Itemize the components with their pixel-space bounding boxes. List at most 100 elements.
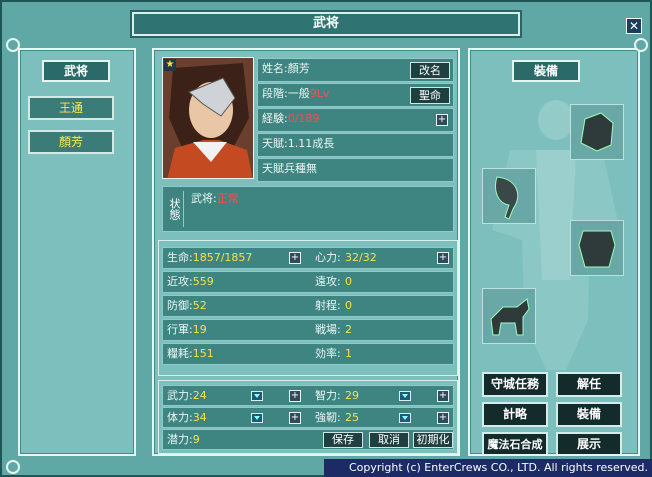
general-list-item[interactable]: 顏芳	[28, 130, 114, 154]
mp-value: 32/32	[345, 251, 377, 264]
corner-ornament	[634, 38, 648, 52]
potential-label: 潜力:	[167, 433, 193, 446]
equip-button[interactable]: 裝備	[556, 402, 622, 427]
exp-plus-icon[interactable]: +	[436, 114, 448, 126]
display-button[interactable]: 展示	[556, 432, 622, 454]
efficiency-value: 1	[345, 347, 352, 360]
equipment-slot-mount[interactable]	[482, 288, 536, 344]
guard-task-button[interactable]: 守城任務	[482, 372, 548, 397]
cancel-button[interactable]: 取消	[369, 432, 409, 448]
axe-icon	[495, 176, 519, 220]
str-down-icon[interactable]	[251, 391, 263, 401]
supply-label: 糧耗:	[167, 347, 193, 360]
vit-label: 体力:	[167, 411, 193, 424]
ranged-label: 遠攻:	[315, 275, 341, 288]
status-box: 状態 武将:正常	[162, 186, 454, 232]
potential-value: 9	[192, 433, 200, 446]
copyright-footer: Copyright (c) EnterCrews CO., LTD. All r…	[324, 459, 652, 477]
tough-down-icon[interactable]	[399, 413, 411, 423]
ranged-value: 0	[345, 275, 352, 288]
status-label: 状態	[165, 191, 184, 227]
equipment-slot-armor[interactable]	[570, 220, 624, 276]
horse-icon	[490, 298, 530, 336]
efficiency-label: 効率:	[315, 347, 341, 360]
helmet-icon	[580, 112, 614, 152]
mp-label: 心力:	[315, 251, 341, 264]
str-plus-icon[interactable]: +	[289, 390, 301, 402]
exp-label: 経験:	[262, 112, 288, 125]
tough-label: 強靭:	[315, 411, 341, 424]
stat-row: 近攻:559 遠攻: 0	[162, 271, 454, 293]
str-value: 24	[192, 389, 207, 402]
rank-value: 一般	[287, 87, 310, 100]
equipment-panel: 裝備 守城任務 解任 計略 裝備 魔法石合成 展示	[468, 48, 640, 456]
hp-plus-icon[interactable]: +	[289, 252, 301, 264]
tough-plus-icon[interactable]: +	[437, 412, 449, 424]
supply-value: 151	[192, 347, 214, 360]
int-label: 智力:	[315, 389, 341, 402]
range-label: 射程:	[315, 299, 341, 312]
vit-down-icon[interactable]	[251, 413, 263, 423]
int-down-icon[interactable]	[399, 391, 411, 401]
int-value: 29	[345, 389, 359, 402]
range-value: 0	[345, 299, 352, 312]
window-title: 武将	[132, 12, 520, 36]
tough-value: 25	[345, 411, 359, 424]
corner-ornament	[6, 38, 20, 52]
defense-label: 防御:	[167, 299, 193, 312]
stat-row: 防御:52 射程: 0	[162, 295, 454, 317]
hp-label: 生命:	[167, 251, 193, 264]
dismiss-button[interactable]: 解任	[556, 372, 622, 397]
name-value: 顏芳	[287, 62, 310, 75]
fate-button[interactable]: 聖命	[410, 87, 450, 104]
attributes-block: 武力:24 + 智力: 29 + 体力:34 + 強靭: 25 + 潜力:9 保存 …	[158, 380, 458, 454]
equipment-header: 裝備	[512, 60, 580, 82]
rank-label: 段階:	[262, 87, 288, 100]
status-key: 武将:	[191, 192, 217, 205]
magic-stone-button[interactable]: 魔法石合成	[482, 432, 548, 454]
save-button[interactable]: 保存	[323, 432, 363, 448]
general-detail-panel: ★ 姓名:顏芳 改名 段階:一般9Lv 聖命 経験:0/189 + 天賦:1.1…	[152, 48, 460, 456]
generals-list-panel: 武将 王通 顏芳	[18, 48, 136, 456]
attr-row: 潜力:9 保存 取消 初期化	[162, 429, 454, 450]
rename-button[interactable]: 改名	[410, 62, 450, 79]
talent-text: 天賦:1.11成長	[262, 137, 335, 150]
armor-icon	[578, 230, 616, 268]
favorite-star-icon[interactable]: ★	[164, 59, 176, 71]
battle-label: 戦場:	[315, 323, 341, 336]
melee-value: 559	[192, 275, 214, 288]
rank-level: 9Lv	[309, 87, 330, 100]
stat-row: 糧耗:151 効率: 1	[162, 343, 454, 365]
mp-plus-icon[interactable]: +	[437, 252, 449, 264]
march-label: 行軍:	[167, 323, 193, 336]
int-plus-icon[interactable]: +	[437, 390, 449, 402]
vit-value: 34	[192, 411, 207, 424]
vit-plus-icon[interactable]: +	[289, 412, 301, 424]
equipment-slot-helmet[interactable]	[570, 104, 624, 160]
close-icon[interactable]: ✕	[626, 18, 642, 34]
exp-row: 経験:0/189 +	[257, 108, 454, 132]
str-label: 武力:	[167, 389, 193, 402]
general-portrait: ★	[162, 57, 254, 179]
hp-value: 1857/1857	[192, 251, 253, 264]
status-value: 正常	[216, 192, 239, 205]
rank-row: 段階:一般9Lv 聖命	[257, 83, 454, 107]
stat-row: 行軍:19 戦場: 2	[162, 319, 454, 341]
exp-value: 0/189	[287, 112, 320, 125]
battle-value: 2	[345, 323, 352, 336]
defense-value: 52	[192, 299, 207, 312]
portrait-image	[163, 58, 253, 178]
melee-label: 近攻:	[167, 275, 193, 288]
talent-troop-text: 天賦兵種無	[262, 162, 317, 175]
name-label: 姓名:	[262, 62, 288, 75]
talent-row: 天賦:1.11成長	[257, 133, 454, 157]
march-value: 19	[192, 323, 207, 336]
strategy-button[interactable]: 計略	[482, 402, 548, 427]
attr-row: 体力:34 + 強靭: 25 +	[162, 407, 454, 428]
general-list-item[interactable]: 王通	[28, 96, 114, 120]
equipment-slot-weapon[interactable]	[482, 168, 536, 224]
reset-button[interactable]: 初期化	[413, 432, 453, 448]
attr-row: 武力:24 + 智力: 29 +	[162, 385, 454, 406]
general-window: 武将 ✕ 武将 王通 顏芳 ★ 姓名:顏芳 改名 段階:一般9Lv 聖命 経験:…	[0, 0, 652, 477]
generals-header: 武将	[42, 60, 110, 82]
